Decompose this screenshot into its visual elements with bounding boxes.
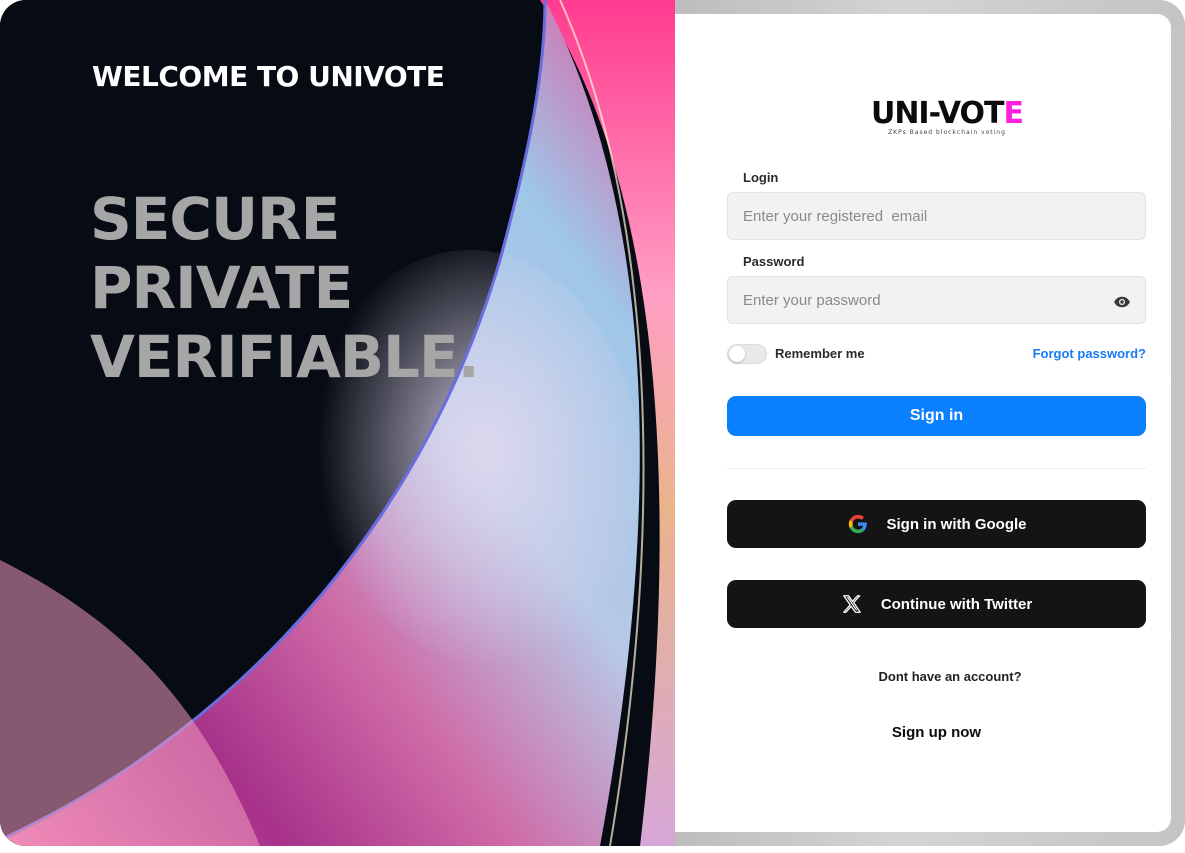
sign-in-button[interactable]: Sign in: [727, 396, 1146, 436]
app-frame: WELCOME TO UNIVOTE SECURE PRIVATE VERIFI…: [0, 0, 1185, 846]
twitter-button-label: Continue with Twitter: [880, 595, 1033, 613]
login-card: UNI-VOTE ZKPs Based blockchain voting Lo…: [675, 14, 1171, 832]
hero-background-art: [0, 0, 675, 846]
no-account-text: Dont have an account?: [878, 669, 1022, 684]
hero-panel: WELCOME TO UNIVOTE SECURE PRIVATE VERIFI…: [0, 0, 675, 846]
hero-line-secure: SECURE: [90, 185, 340, 253]
email-field[interactable]: [727, 192, 1146, 240]
logo-wordmark: UNI-VOTE: [867, 98, 1027, 130]
login-label: Login: [743, 170, 779, 185]
x-logo-icon: [842, 595, 861, 613]
logo-main: UNI-VOT: [870, 96, 1005, 131]
password-field[interactable]: [727, 276, 1146, 324]
forgot-password-link[interactable]: Forgot password?: [1033, 346, 1146, 361]
logo-accent: E: [1003, 96, 1024, 131]
hero-line-verifiable: VERIFIABLE.: [90, 323, 480, 391]
hero-tagline: SECURE PRIVATE VERIFIABLE.: [90, 185, 480, 392]
google-icon: [848, 514, 867, 534]
hero-line-private: PRIVATE: [90, 254, 353, 322]
univote-logo: UNI-VOTE ZKPs Based blockchain voting: [867, 98, 1027, 137]
twitter-sign-in-button[interactable]: Continue with Twitter: [727, 580, 1146, 628]
google-button-label: Sign in with Google: [886, 515, 1027, 533]
google-sign-in-button[interactable]: Sign in with Google: [727, 500, 1146, 548]
toggle-knob: [729, 346, 745, 362]
sign-up-link[interactable]: Sign up now: [727, 724, 1146, 741]
eye-icon[interactable]: [1113, 293, 1131, 311]
password-label: Password: [743, 254, 805, 269]
divider: [727, 468, 1146, 469]
remember-me-toggle[interactable]: [727, 344, 767, 364]
remember-me-label: Remember me: [775, 346, 865, 361]
logo-tagline: ZKPs Based blockchain voting: [888, 129, 1006, 136]
hero-title: WELCOME TO UNIVOTE: [92, 60, 445, 93]
